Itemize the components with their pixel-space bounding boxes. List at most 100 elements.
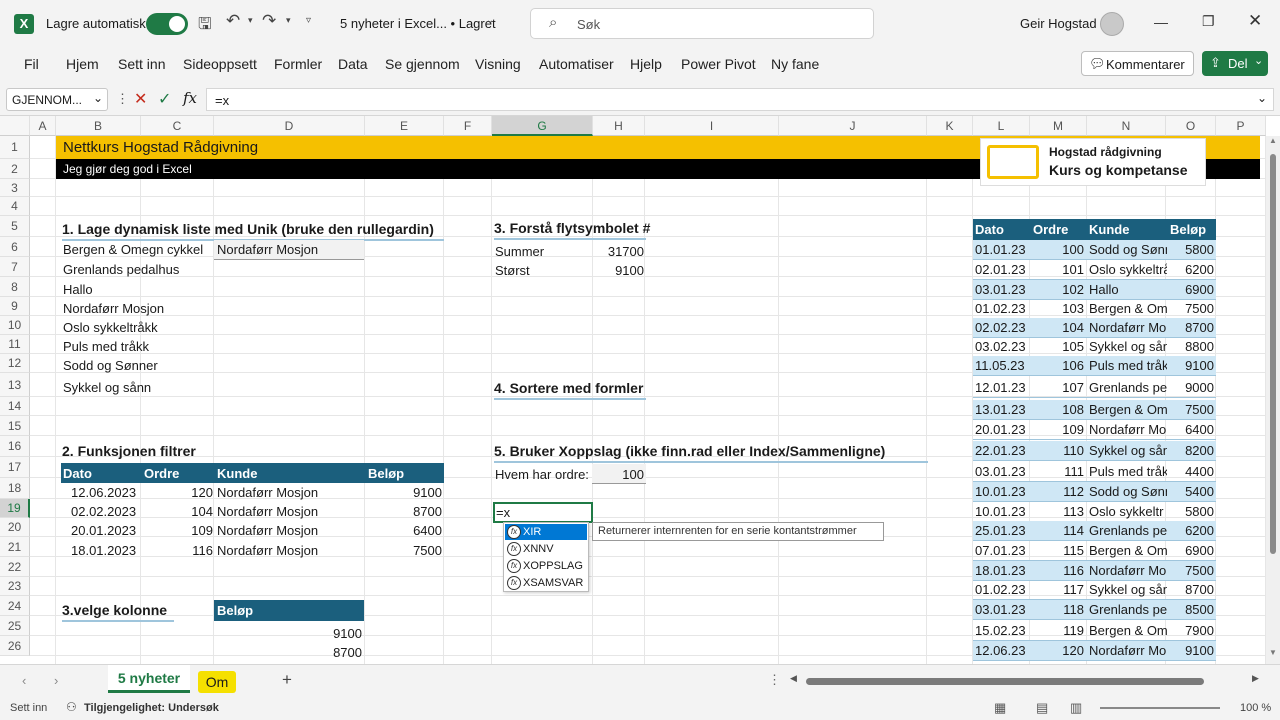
horizontal-scrollbar[interactable]: ◀ ▶ <box>790 673 1264 687</box>
row-header[interactable]: 24 <box>0 596 30 616</box>
column-header[interactable]: I <box>645 116 779 136</box>
scroll-left-icon[interactable]: ◀ <box>790 673 797 684</box>
column-header[interactable]: A <box>30 116 56 136</box>
tab-options-icon[interactable]: ⋮ <box>768 672 781 688</box>
tab-automatiser[interactable]: Automatiser <box>539 56 614 72</box>
column-header[interactable]: L <box>973 116 1030 136</box>
customize-toolbar-icon[interactable]: ▿ <box>306 15 311 26</box>
insert-function-icon[interactable]: fx <box>183 89 197 107</box>
worksheet-grid[interactable]: ABCDEFGHIJKLMNOP 1 2 3 4 5 6 7 8 9 10 11 12 13 14 15 16… <box>0 116 1280 664</box>
horizontal-scroll-thumb[interactable] <box>806 678 1204 685</box>
normal-view-icon[interactable]: ▦ <box>994 700 1006 716</box>
scroll-right-icon[interactable]: ▶ <box>1252 673 1259 684</box>
next-sheet-icon[interactable]: › <box>54 673 58 688</box>
scroll-up-icon[interactable]: ▲ <box>1269 136 1277 145</box>
autocomplete-item[interactable]: fx XSAMSVAR <box>505 575 587 591</box>
tab-sideoppsett[interactable]: Sideoppsett <box>183 56 257 72</box>
enter-icon[interactable]: ✓ <box>158 89 171 109</box>
column-header[interactable]: C <box>141 116 214 136</box>
row-header[interactable]: 8 <box>0 277 30 297</box>
title-chevron-icon[interactable]: ⌄ <box>486 15 494 26</box>
cancel-icon[interactable]: ✕ <box>134 89 147 109</box>
tab-hjelp[interactable]: Hjelp <box>630 56 662 72</box>
column-header[interactable]: P <box>1216 116 1266 136</box>
vertical-scrollbar[interactable]: ▲ ▼ <box>1266 136 1280 664</box>
accessibility-status[interactable]: Tilgjengelighet: Undersøk <box>84 702 219 714</box>
restore-icon[interactable]: ❐ <box>1202 13 1215 30</box>
row-header[interactable]: 21 <box>0 537 30 557</box>
undo-icon[interactable]: ↶ <box>226 11 240 31</box>
minimize-icon[interactable]: — <box>1154 14 1168 30</box>
row-header[interactable]: 6 <box>0 237 30 257</box>
avatar[interactable] <box>1100 12 1124 36</box>
autocomplete-item[interactable]: fx XIR <box>505 524 587 540</box>
row-header[interactable]: 10 <box>0 316 30 335</box>
zoom-slider[interactable] <box>1100 707 1220 709</box>
sheet-tab-active[interactable]: 5 nyheter <box>108 665 190 693</box>
column-header[interactable]: G <box>492 116 593 136</box>
name-box[interactable]: GJENNOM... ⌄ <box>6 88 108 111</box>
search-box[interactable]: ⌕ Søk <box>530 8 874 39</box>
row-header[interactable]: 20 <box>0 518 30 537</box>
row-header[interactable]: 12 <box>0 354 30 373</box>
row-header[interactable]: 14 <box>0 397 30 416</box>
row-header[interactable]: 16 <box>0 436 30 457</box>
comments-button[interactable]: 💬︎ Kommentarer <box>1081 51 1194 76</box>
row-header[interactable]: 25 <box>0 616 30 636</box>
row-header[interactable]: 3 <box>0 179 30 197</box>
scroll-down-icon[interactable]: ▼ <box>1269 648 1277 657</box>
dropdown-cell[interactable]: Nordaførr Mosjon <box>214 240 364 260</box>
column-header[interactable]: O <box>1166 116 1216 136</box>
tab-power-pivot[interactable]: Power Pivot <box>681 56 756 72</box>
save-icon[interactable]: 🖫 <box>198 13 212 40</box>
zoom-level[interactable]: 100 % <box>1240 702 1271 714</box>
add-sheet-icon[interactable]: + <box>282 670 292 690</box>
column-header[interactable]: K <box>927 116 973 136</box>
formula-input[interactable]: =x ⌄ <box>206 88 1274 111</box>
row-header[interactable]: 23 <box>0 577 30 596</box>
row-header[interactable]: 2 <box>0 159 30 179</box>
tab-data[interactable]: Data <box>338 56 368 72</box>
sheet-tab-om[interactable]: Om <box>198 671 236 693</box>
column-header[interactable]: E <box>365 116 444 136</box>
row-header[interactable]: 1 <box>0 136 30 159</box>
tab-formler[interactable]: Formler <box>274 56 322 72</box>
accessibility-icon[interactable]: ⚇ <box>66 700 77 714</box>
row-header[interactable]: 15 <box>0 416 30 436</box>
vertical-scroll-thumb[interactable] <box>1270 154 1276 554</box>
row-header[interactable]: 11 <box>0 335 30 354</box>
row-header[interactable]: 22 <box>0 557 30 577</box>
row-header[interactable]: 18 <box>0 478 30 499</box>
tab-visning[interactable]: Visning <box>475 56 521 72</box>
column-header[interactable]: J <box>779 116 927 136</box>
select-all-corner[interactable] <box>0 116 30 136</box>
more-icon[interactable]: ⋮ <box>116 91 129 107</box>
redo-icon[interactable]: ↷ <box>262 11 276 31</box>
expand-formula-icon[interactable]: ⌄ <box>1257 91 1267 105</box>
page-break-icon[interactable]: ▥ <box>1070 700 1082 716</box>
column-header[interactable]: B <box>56 116 141 136</box>
share-button[interactable]: ⇪ Del ⌄ <box>1202 51 1268 76</box>
tab-se-gjennom[interactable]: Se gjennom <box>385 56 460 72</box>
document-title[interactable]: 5 nyheter i Excel... • Lagret <box>340 16 496 31</box>
row-header[interactable]: 7 <box>0 257 30 277</box>
column-header[interactable]: H <box>593 116 645 136</box>
row-header[interactable]: 9 <box>0 297 30 316</box>
row-header[interactable]: 26 <box>0 636 30 656</box>
tab-ny-fane[interactable]: Ny fane <box>771 56 819 72</box>
redo-dropdown-icon[interactable]: ▾ <box>286 15 291 26</box>
tab-fil[interactable]: Fil <box>24 56 39 72</box>
page-layout-icon[interactable]: ▤ <box>1036 700 1048 716</box>
column-header[interactable]: N <box>1087 116 1166 136</box>
row-header[interactable]: 13 <box>0 373 30 397</box>
row-header[interactable]: 17 <box>0 457 30 478</box>
row-header[interactable]: 19 <box>0 499 30 518</box>
undo-dropdown-icon[interactable]: ▾ <box>248 15 253 26</box>
autosave-toggle[interactable] <box>146 13 188 35</box>
prev-sheet-icon[interactable]: ‹ <box>22 673 26 688</box>
tab-sett-inn[interactable]: Sett inn <box>118 56 165 72</box>
close-icon[interactable]: ✕ <box>1248 11 1262 31</box>
autocomplete-item[interactable]: fx XNNV <box>505 541 587 557</box>
user-name[interactable]: Geir Hogstad <box>1020 16 1097 31</box>
row-header[interactable]: 4 <box>0 197 30 216</box>
